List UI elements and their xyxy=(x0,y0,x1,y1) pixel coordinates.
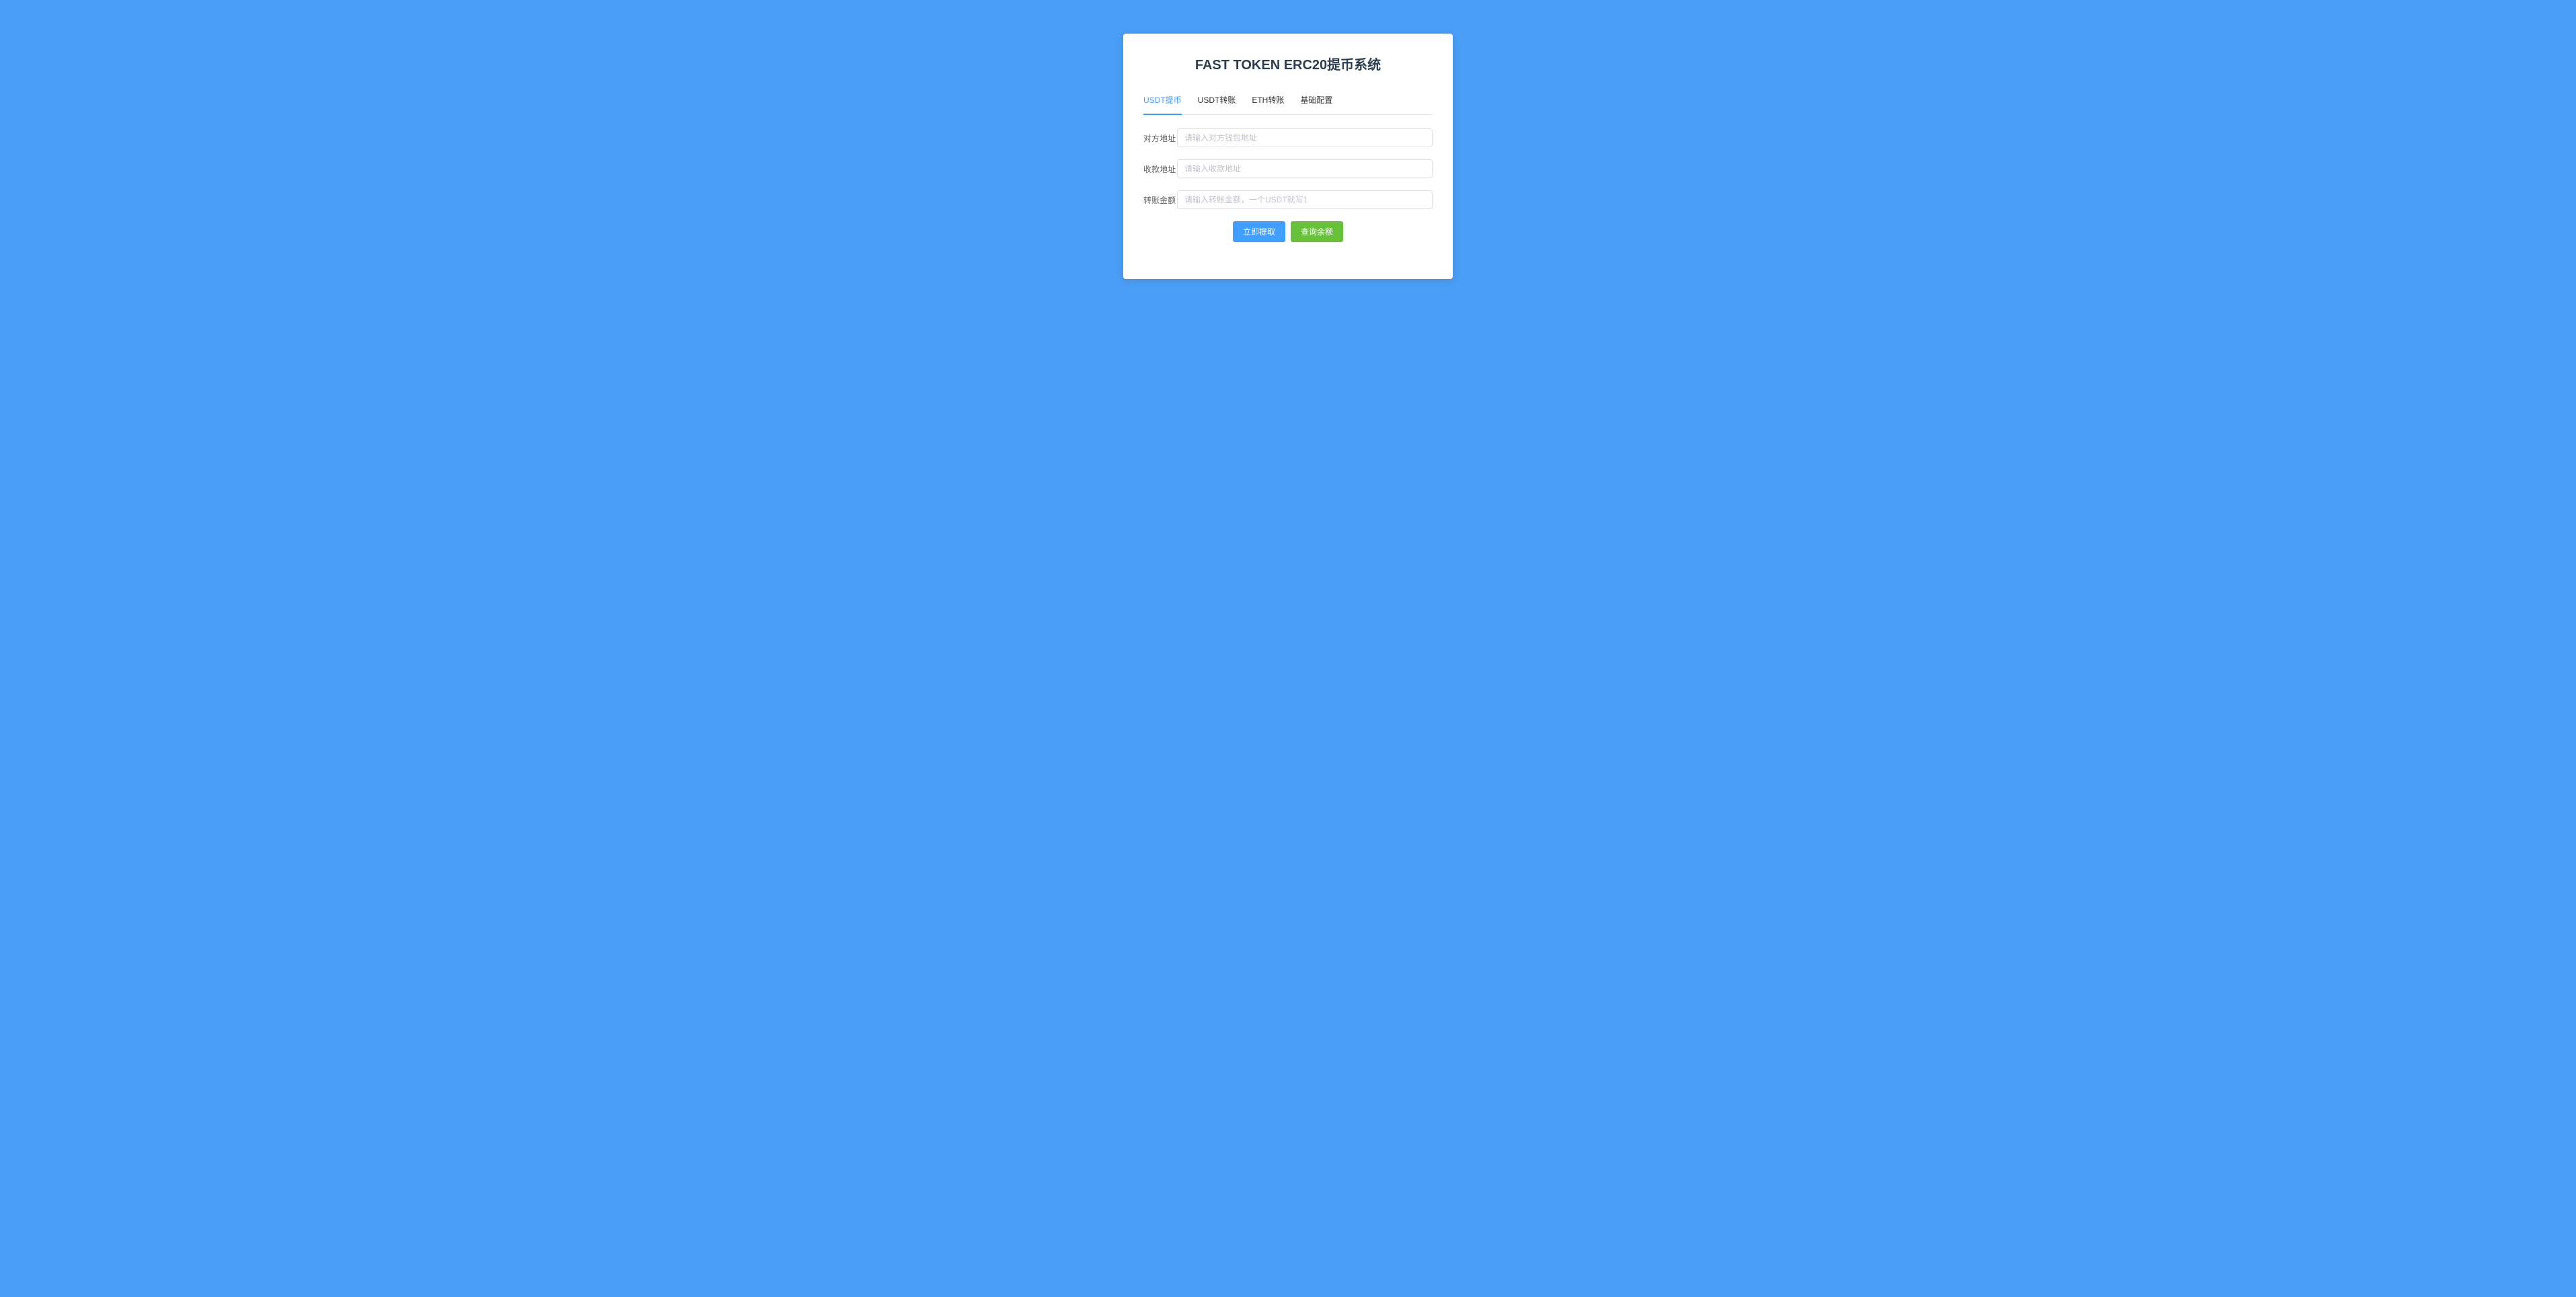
transfer-amount-label: 转账金额 xyxy=(1143,194,1177,206)
recipient-address-input[interactable] xyxy=(1177,128,1433,147)
receiving-address-label: 收款地址 xyxy=(1143,163,1177,175)
submit-button[interactable]: 立即提取 xyxy=(1233,221,1285,242)
main-card: FAST TOKEN ERC20提币系统 USDT提币 USDT转账 ETH转账… xyxy=(1123,34,1453,279)
transfer-amount-input[interactable] xyxy=(1177,190,1433,209)
page-title: FAST TOKEN ERC20提币系统 xyxy=(1143,54,1433,73)
recipient-address-label: 对方地址 xyxy=(1143,132,1177,144)
form-row-receiving-address: 收款地址 xyxy=(1143,159,1433,178)
tab-eth-transfer[interactable]: ETH转账 xyxy=(1252,94,1284,115)
form-row-transfer-amount: 转账金额 xyxy=(1143,190,1433,209)
receiving-address-input[interactable] xyxy=(1177,159,1433,178)
button-row: 立即提取 查询余额 xyxy=(1143,221,1433,242)
form-row-recipient-address: 对方地址 xyxy=(1143,128,1433,147)
tab-usdt-transfer[interactable]: USDT转账 xyxy=(1198,94,1236,115)
tabs-container: USDT提币 USDT转账 ETH转账 基础配置 xyxy=(1143,93,1433,115)
tab-usdt-withdraw[interactable]: USDT提币 xyxy=(1143,94,1182,115)
query-balance-button[interactable]: 查询余额 xyxy=(1291,221,1343,242)
tab-basic-config[interactable]: 基础配置 xyxy=(1300,94,1332,115)
